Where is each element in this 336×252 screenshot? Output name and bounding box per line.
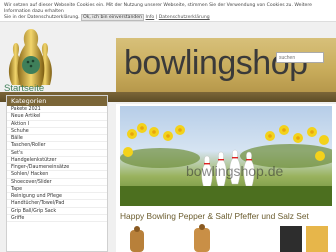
category-item[interactable]: Set's [7, 150, 107, 157]
category-list: Pakete 2021 Neue Artikel Aktion I Schuhe… [7, 106, 107, 222]
category-item[interactable]: Sohlen/ Hacken [7, 171, 107, 179]
category-sidebar: Kategorien Pakete 2021 Neue Artikel Akti… [6, 95, 108, 252]
cookie-text: Wir setzen auf dieser Webseite Cookies e… [4, 3, 312, 14]
sidebar-title: Kategorien [7, 96, 107, 106]
privacy-link[interactable]: Datenschutzerklärung [159, 15, 210, 20]
hero-caption[interactable]: Happy Bowling Pepper & Salt/ Pfeffer und… [120, 211, 334, 221]
cookie-text-2: Sie in der Datenschutzerklärung. [4, 15, 80, 20]
hero-image[interactable]: bowlingshop.de [120, 106, 332, 206]
bowling-pins-logo[interactable] [2, 27, 60, 89]
salt-pepper-mills-image [120, 224, 332, 252]
product-images[interactable] [120, 224, 332, 252]
daffodils-bowling-pins-image: bowlingshop.de [120, 123, 332, 206]
category-item[interactable]: Handtücher/Towel/Pad [7, 200, 107, 208]
category-item[interactable]: Taschen/Roller [7, 142, 107, 150]
cookie-accept-button[interactable]: Ok, ich bin einverstanden [81, 14, 145, 21]
category-item[interactable]: Finger-/Daumeneinsätze [7, 164, 107, 172]
category-item[interactable]: Reinigung und Pflege [7, 193, 107, 201]
hero-watermark: bowlingshop.de [186, 163, 284, 179]
category-item[interactable]: Handgelenkstützer [7, 157, 107, 164]
category-item[interactable]: Bälle [7, 135, 107, 143]
category-item[interactable]: Aktion I [7, 121, 107, 128]
cookie-info-link[interactable]: Info [146, 15, 155, 20]
category-item[interactable]: Schuhe [7, 128, 107, 135]
category-item[interactable]: Neue Artikel [7, 113, 107, 121]
category-item[interactable]: Tape [7, 186, 107, 193]
category-item[interactable]: Pakete 2021 [7, 106, 107, 114]
main-content: bowlingshop.de Happy Bowling Pepper & Sa… [116, 104, 336, 252]
search-input[interactable] [276, 52, 324, 63]
site-header: Startseite bowlingshop [0, 22, 336, 94]
header-banner: bowlingshop [116, 38, 336, 94]
cookie-notice: Wir setzen auf dieser Webseite Cookies e… [0, 0, 336, 22]
site-title: bowlingshop [124, 44, 308, 82]
category-item[interactable]: Shoecover/Slider [7, 179, 107, 186]
bowling-pins-icon [8, 29, 52, 87]
category-item[interactable]: Griffe [7, 215, 107, 222]
category-item[interactable]: Grip Ball/Grip Sack [7, 208, 107, 215]
